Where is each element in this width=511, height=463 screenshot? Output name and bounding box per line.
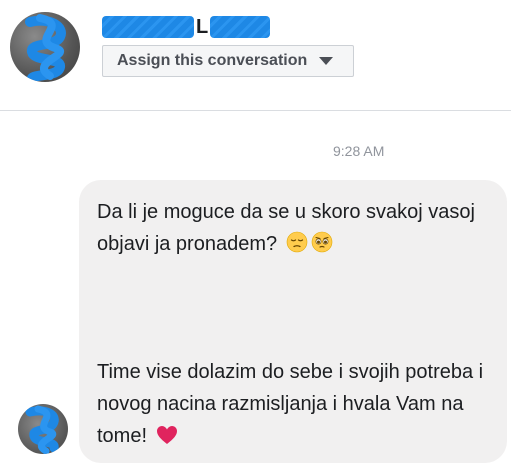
message-paragraph-2: Time vise dolazim do sebe i svojih potre… [97,356,491,455]
assign-conversation-button[interactable]: Assign this conversation [102,45,354,77]
incoming-message-bubble[interactable]: Da li je moguce da se u skoro svakoj vas… [79,180,507,463]
relieved-face-emoji [286,231,308,263]
contact-name: L [102,12,271,42]
pleading-face-emoji [311,231,333,263]
surname-redaction [210,16,271,38]
sender-avatar[interactable] [18,404,68,454]
chevron-down-icon [319,57,334,65]
avatar-redaction [25,14,66,82]
conversation-header: L Assign this conversation [0,0,511,110]
message-timestamp: 9:28 AM [333,143,385,159]
red-heart-emoji [156,423,178,455]
sender-avatar-redaction [25,405,59,454]
contact-avatar[interactable] [10,12,80,82]
header-divider [0,110,511,111]
assign-conversation-label: Assign this conversation [117,52,308,69]
message-paragraph-1: Da li je moguce da se u skoro svakoj vas… [97,196,491,263]
name-initial: L [196,15,209,38]
message-gap [97,263,491,356]
name-redaction [102,16,194,38]
